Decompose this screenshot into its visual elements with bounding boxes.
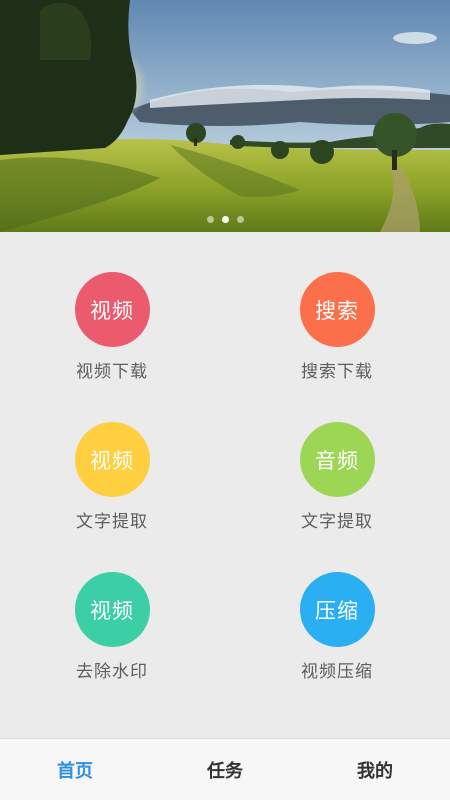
video-compress-tile[interactable]: 压缩 视频压缩 [277,572,397,692]
video-compress-icon[interactable]: 压缩 [299,572,375,647]
search-download-icon[interactable]: 搜索 [299,272,375,347]
app-screen: 视频 视频下载 搜索 搜索下载 视频 文字提取 音频 文字提取 视频 去除水印 … [0,0,450,800]
banner-image [0,0,450,232]
video-text-extract-icon-text: 视频 [90,448,134,473]
bottom-nav: 首页 任务 我的 [0,738,450,800]
remove-watermark-tile[interactable]: 视频 去除水印 [52,572,172,692]
video-download-label: 视频下载 [76,362,148,382]
audio-text-extract-tile[interactable]: 音频 文字提取 [277,422,397,542]
video-download-icon-text: 视频 [90,298,134,323]
nav-home[interactable]: 首页 [0,739,150,800]
carousel-dot-1[interactable] [206,216,214,223]
nav-mine[interactable]: 我的 [300,739,450,800]
video-text-extract-label: 文字提取 [76,512,148,532]
nav-tasks[interactable]: 任务 [150,739,300,800]
carousel-indicator [0,216,450,223]
video-compress-icon-text: 压缩 [315,598,359,623]
audio-text-extract-icon[interactable]: 音频 [299,422,375,497]
search-download-icon-text: 搜索 [315,298,359,323]
carousel-dot-3[interactable] [236,216,244,223]
audio-text-extract-icon-text: 音频 [315,448,359,473]
video-text-extract-icon[interactable]: 视频 [74,422,150,497]
banner-carousel[interactable] [0,0,450,232]
video-text-extract-tile[interactable]: 视频 文字提取 [52,422,172,542]
video-download-tile[interactable]: 视频 视频下载 [52,272,172,392]
remove-watermark-icon[interactable]: 视频 [74,572,150,647]
remove-watermark-icon-text: 视频 [90,598,134,623]
search-download-label: 搜索下载 [301,362,373,382]
search-download-tile[interactable]: 搜索 搜索下载 [277,272,397,392]
feature-grid: 视频 视频下载 搜索 搜索下载 视频 文字提取 音频 文字提取 视频 去除水印 … [0,232,450,738]
remove-watermark-label: 去除水印 [76,662,148,682]
video-download-icon[interactable]: 视频 [74,272,150,347]
audio-text-extract-label: 文字提取 [301,512,373,532]
carousel-dot-2[interactable] [221,216,229,223]
video-compress-label: 视频压缩 [301,662,373,682]
